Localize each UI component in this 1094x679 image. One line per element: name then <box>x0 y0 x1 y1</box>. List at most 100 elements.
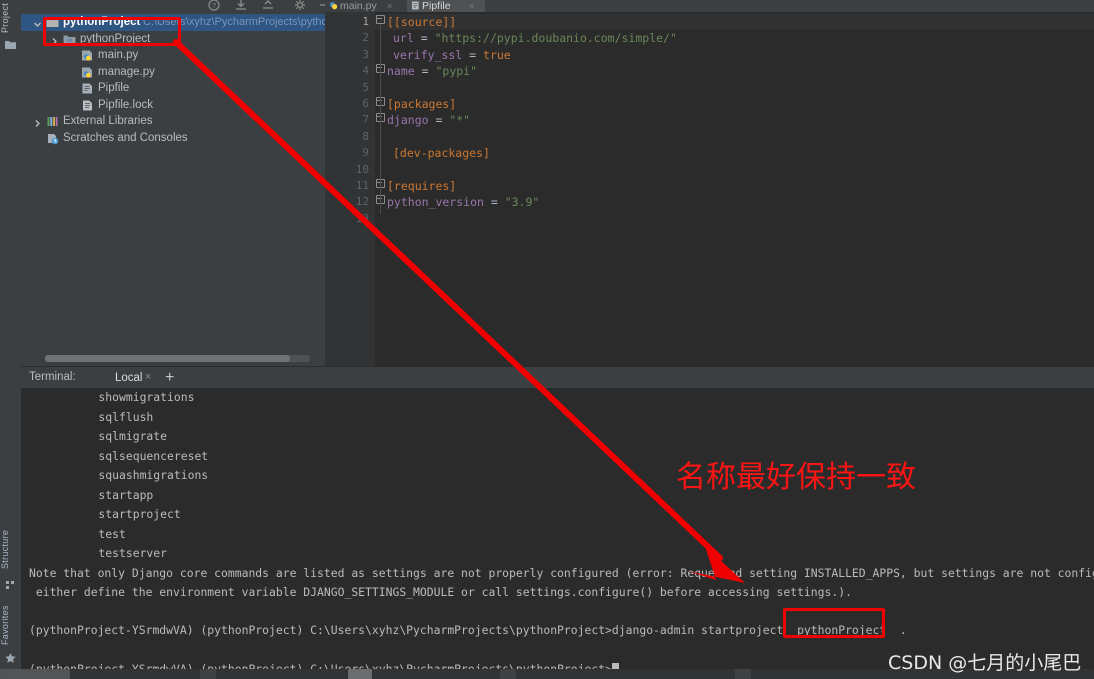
scratches-icon <box>46 132 59 145</box>
python-file-icon <box>81 49 94 62</box>
tree-label-main-py: main.py <box>98 49 139 61</box>
line-number: 5 <box>362 80 369 94</box>
status-icon-3[interactable] <box>500 669 516 679</box>
terminal-tab-local[interactable]: Local <box>109 369 149 390</box>
status-left-block[interactable] <box>0 669 70 679</box>
line-number: 12 <box>355 195 369 209</box>
editor-code-area[interactable]: [[source]] url = "https://pypi.doubanio.… <box>387 12 1094 366</box>
terminal-line: (pythonProject-YSrmdwVA) (pythonProject)… <box>29 623 907 637</box>
project-horizontal-scrollbar[interactable] <box>45 355 310 362</box>
line-number: 7 <box>362 113 369 127</box>
tree-label-pipfile-lock: Pipfile.lock <box>98 98 153 111</box>
terminal-line: sqlflush <box>71 409 154 424</box>
tree-label-project-root: pythonProject <box>63 16 141 28</box>
settings-gear-icon[interactable] <box>293 0 307 13</box>
code-line: [requires] <box>387 179 457 193</box>
status-icon-1[interactable] <box>200 669 216 679</box>
tab-label-pipfile: Pipfile <box>422 0 451 12</box>
code-line: [[source]] <box>387 15 457 29</box>
code-folding-column[interactable] <box>375 12 387 366</box>
terminal-tool-window: Terminal: Local × + showmigrations sqlfl… <box>21 366 1094 669</box>
terminal-tab-close-icon[interactable]: × <box>145 371 151 383</box>
indent-guide <box>380 24 381 214</box>
folder-open-icon <box>46 16 59 29</box>
editor-gutter: 1 2 3 4 5 6 7 8 9 10 11 12 13 <box>325 12 375 366</box>
tree-label-module: pythonProject <box>80 32 151 45</box>
tab-pipfile[interactable]: Pipfile × <box>407 0 485 12</box>
tree-label-scratches: Scratches and Consoles <box>63 131 188 144</box>
star-icon <box>4 652 17 665</box>
line-number: 11 <box>355 179 369 192</box>
line-number: 9 <box>362 146 369 160</box>
terminal-add-icon[interactable]: + <box>165 369 174 386</box>
terminal-title: Terminal: <box>29 371 76 383</box>
code-line: python_version = "3.9" <box>387 195 540 210</box>
status-icon-2[interactable] <box>348 669 372 679</box>
terminal-line: Note that only Django core commands are … <box>29 565 1094 580</box>
python-file-icon <box>329 1 338 10</box>
project-folder-icon <box>4 38 17 51</box>
csdn-watermark: CSDN @七月的小尾巴 <box>888 652 1082 674</box>
line-number: 3 <box>362 47 369 61</box>
terminal-line: showmigrations <box>71 390 195 404</box>
pipfile-icon <box>81 82 94 95</box>
svg-text:?: ? <box>212 3 216 10</box>
help-icon[interactable]: ? <box>207 0 221 13</box>
tab-close-icon[interactable]: × <box>469 0 474 12</box>
pipfile-icon <box>411 1 420 10</box>
terminal-line: squashmigrations <box>71 468 209 482</box>
lock-file-icon <box>81 99 94 112</box>
module-folder-icon <box>63 33 76 46</box>
tree-row-module[interactable]: pythonProject <box>21 31 325 48</box>
chevron-right-icon[interactable] <box>33 117 42 127</box>
tab-close-icon[interactable]: × <box>387 0 392 12</box>
line-number: 6 <box>362 97 369 110</box>
fold-marker-open[interactable] <box>376 15 385 24</box>
tab-label-main-py: main.py <box>340 0 377 12</box>
status-icon-4[interactable] <box>735 669 751 679</box>
terminal-line: startproject <box>71 507 181 521</box>
expand-icon[interactable] <box>261 0 275 13</box>
tree-label-manage-py: manage.py <box>98 65 155 78</box>
sidebar-item-structure[interactable]: Structure <box>0 522 21 576</box>
code-line: verify_ssl = true <box>393 47 511 62</box>
code-line: [packages] <box>387 97 457 111</box>
collapse-all-icon[interactable] <box>234 0 248 13</box>
tree-row-main-py[interactable]: main.py <box>21 47 325 64</box>
structure-icon <box>4 578 17 591</box>
line-number: 4 <box>362 64 369 78</box>
terminal-prompt-line: (pythonProject-YSrmdwVA) (pythonProject)… <box>29 660 619 669</box>
sidebar-item-project[interactable]: Project <box>0 0 21 36</box>
terminal-line: startapp <box>71 487 154 502</box>
tree-row-scratches[interactable]: Scratches and Consoles <box>21 130 325 147</box>
code-editor: main.py × Pipfile × 1 2 3 4 5 6 7 8 9 10… <box>325 0 1094 366</box>
sidebar-item-favorites[interactable]: Favorites <box>0 598 21 652</box>
tree-label-external-libraries: External Libraries <box>63 115 153 127</box>
tree-row-project-root[interactable]: pythonProject C:\Users\xyhz\PycharmProje… <box>21 14 325 31</box>
terminal-line: sqlsequencereset <box>71 448 209 463</box>
code-line: name = "pypi" <box>387 64 478 79</box>
terminal-line: sqlmigrate <box>71 429 168 443</box>
pycharm-window: Project Structure Favorites ? pythonProj… <box>0 0 1094 679</box>
chevron-right-icon[interactable] <box>50 35 59 45</box>
tree-project-path: C:\Users\xyhz\PycharmProjects\python <box>143 16 325 28</box>
terminal-line: test <box>71 526 126 541</box>
line-number: 10 <box>355 162 369 176</box>
tab-main-py[interactable]: main.py × <box>325 0 407 12</box>
project-tool-window: ? pythonProject C:\Users\xyhz\PycharmPro… <box>21 0 328 366</box>
terminal-line: testserver <box>71 546 168 560</box>
tree-row-pipfile[interactable]: Pipfile <box>21 80 325 97</box>
annotation-note-text: 名称最好保持一致 <box>676 460 916 495</box>
tree-row-external-libraries[interactable]: External Libraries <box>21 113 325 130</box>
tree-row-pipfile-lock[interactable]: Pipfile.lock <box>21 97 325 114</box>
tree-row-manage-py[interactable]: manage.py <box>21 64 325 81</box>
project-file-tree[interactable]: pythonProject C:\Users\xyhz\PycharmProje… <box>21 14 325 354</box>
terminal-prompt-text: (pythonProject-YSrmdwVA) (pythonProject)… <box>29 662 612 669</box>
terminal-output[interactable]: showmigrations sqlflush sqlmigrate sqlse… <box>21 388 1094 669</box>
line-number: 13 <box>355 211 369 225</box>
line-number: 2 <box>362 31 369 45</box>
project-panel-toolbar: ? <box>21 0 328 14</box>
left-tool-window-bar: Project Structure Favorites <box>0 0 22 679</box>
code-line: [dev-packages] <box>393 146 490 161</box>
chevron-down-icon[interactable] <box>33 18 42 27</box>
